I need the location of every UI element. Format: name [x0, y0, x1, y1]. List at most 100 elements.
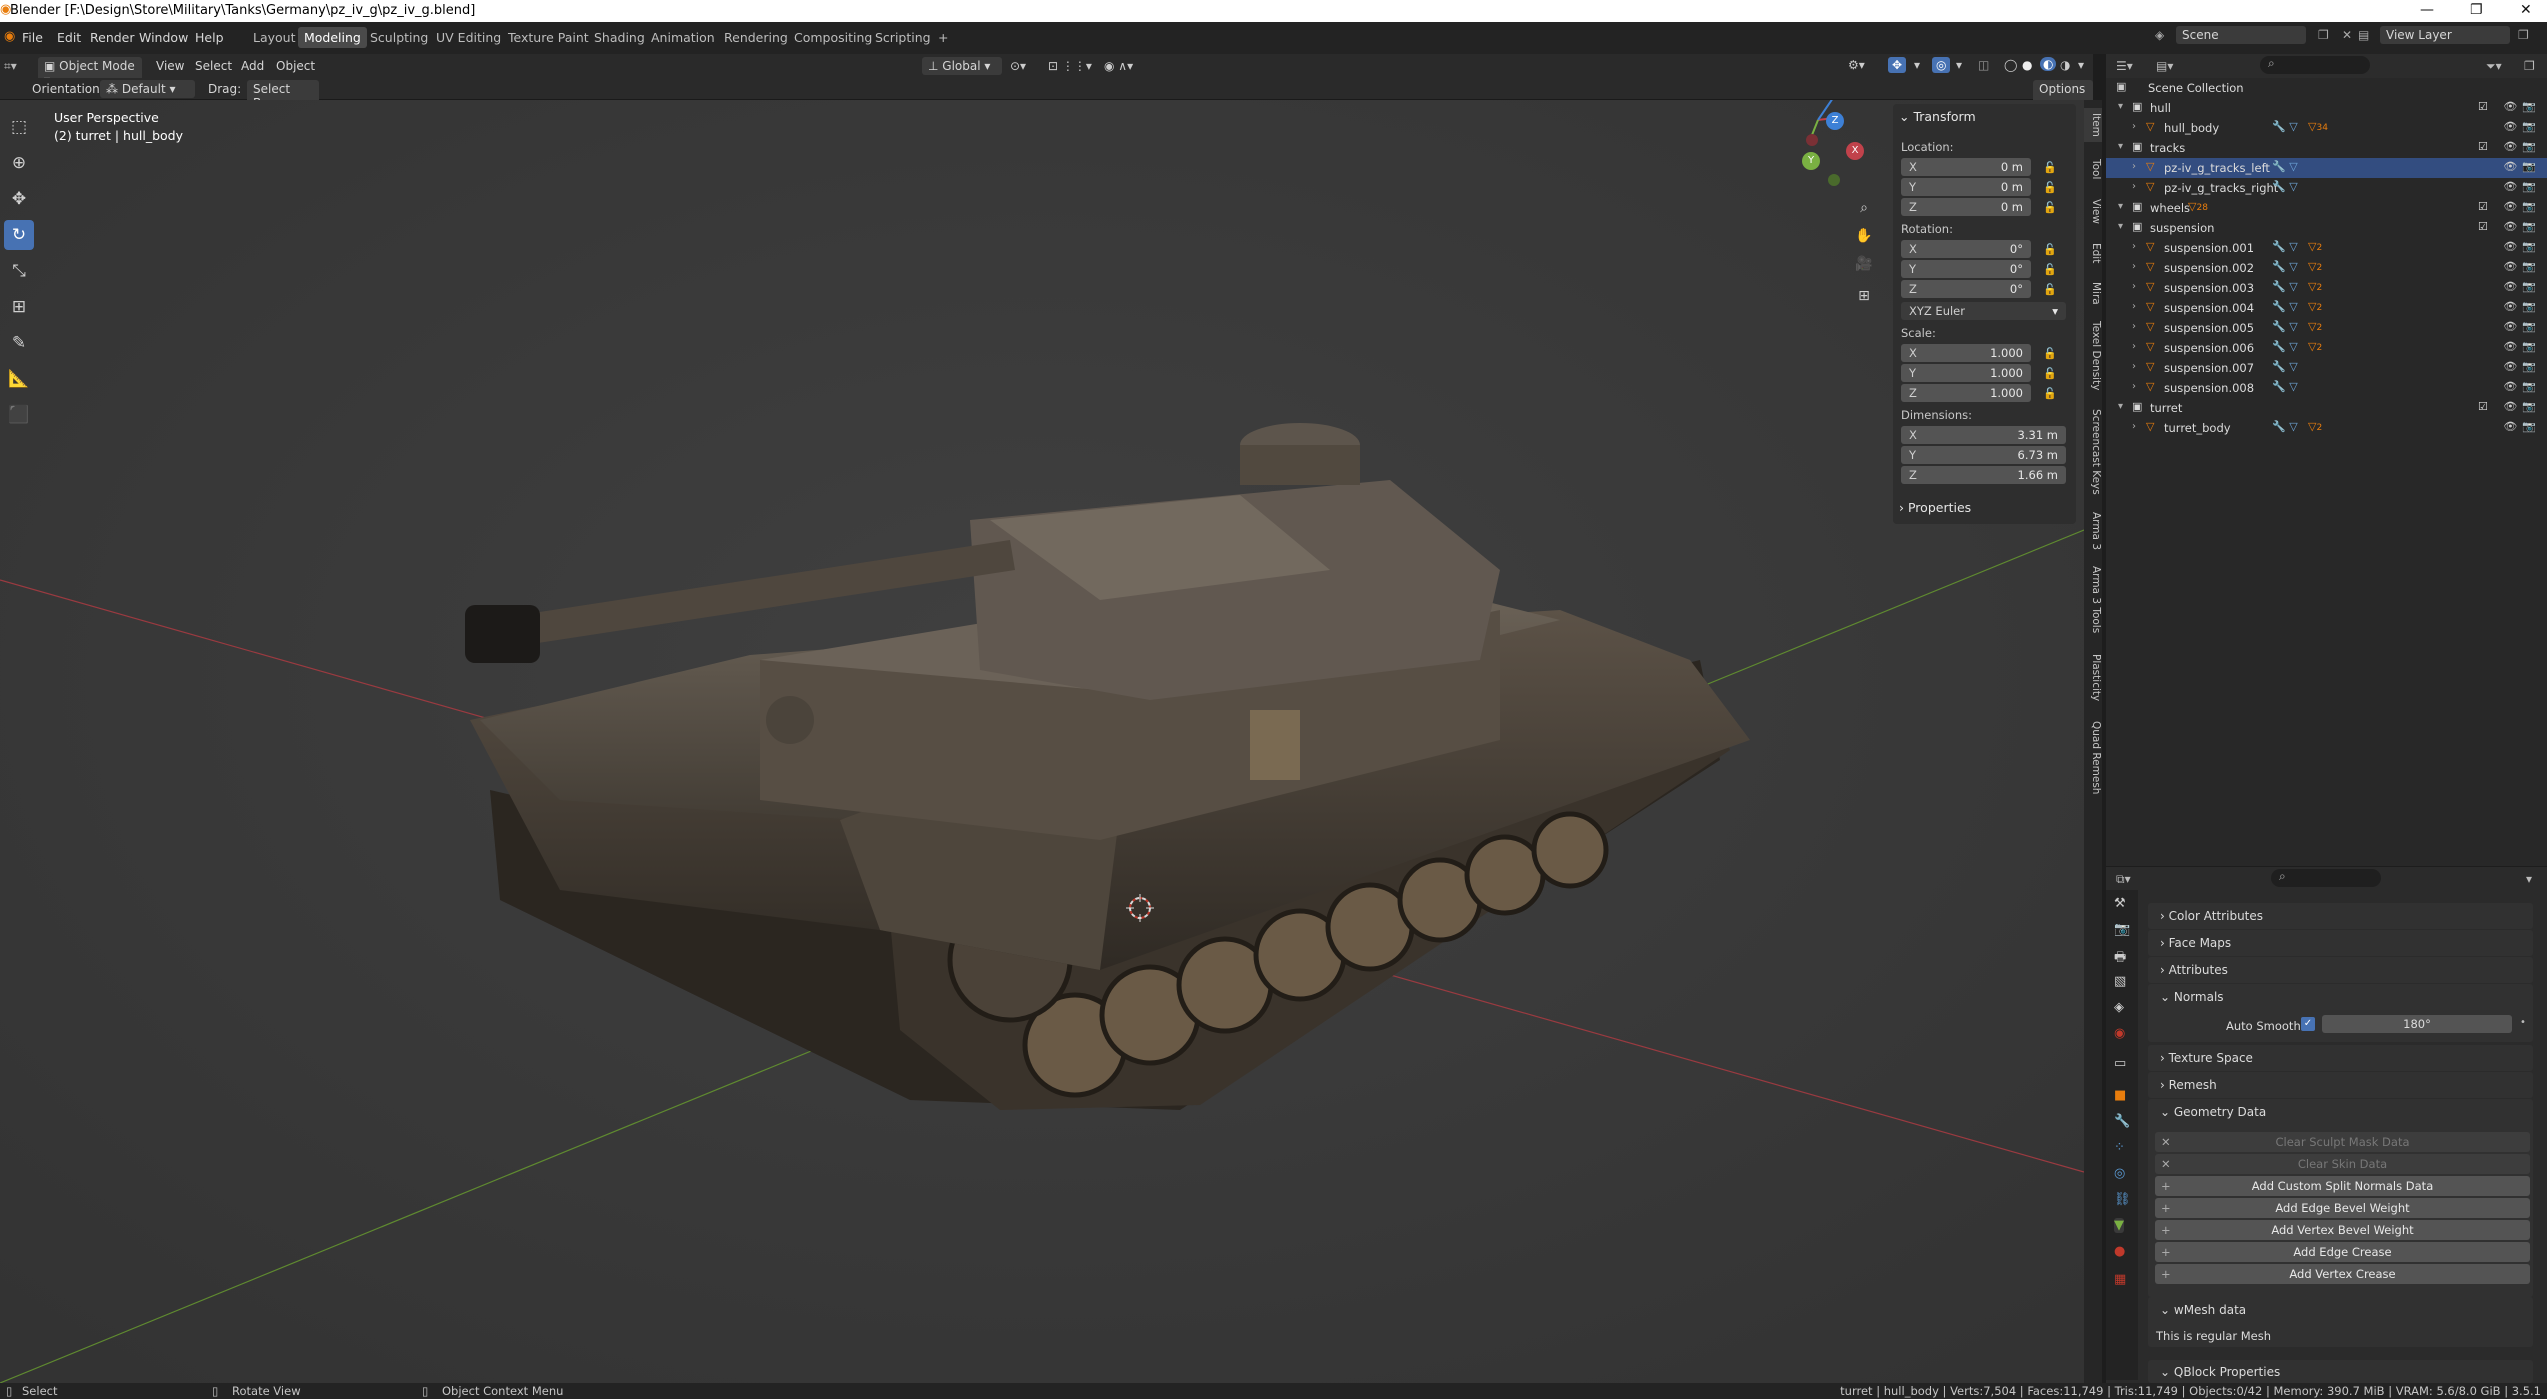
visibility-toggle-icons[interactable]: 👁📷 [2503, 100, 2541, 113]
lock-icon[interactable]: 🔓 [2043, 263, 2057, 276]
modifier-and-mesh-icons[interactable]: 🔧 ▽ [2272, 280, 2298, 293]
tab-plasticity[interactable]: Plasticity [2084, 648, 2102, 708]
rotation-mode-selector[interactable]: XYZ Euler▾ [1901, 302, 2066, 320]
visibility-toggle-icons[interactable]: 👁📷 [2503, 340, 2541, 353]
modifier-and-mesh-icons[interactable]: 🔧 ▽ [2272, 340, 2298, 353]
outliner-collection-row[interactable]: ▾▣tracks☑👁📷 [2106, 138, 2547, 158]
texture-tab-icon[interactable]: ▦ [2114, 1272, 2126, 1287]
lock-icon[interactable]: 🔓 [2043, 161, 2057, 174]
geometry-button[interactable]: +Add Vertex Crease [2155, 1264, 2530, 1284]
expand-arrow-icon[interactable]: › [2132, 301, 2136, 312]
material-preview-icon[interactable]: ◐ [2040, 57, 2056, 71]
modifier-tab-icon[interactable]: 🔧 [2114, 1114, 2130, 1129]
transform-header[interactable]: ⌄ Transform [1899, 109, 1976, 124]
geometry-button[interactable]: +Add Edge Bevel Weight [2155, 1198, 2530, 1218]
exclude-checkbox[interactable]: ☑ [2478, 220, 2488, 233]
proportional-edit-icon[interactable]: ◉ ∧▾ [1104, 59, 1133, 73]
maximize-button[interactable]: ❐ [2470, 2, 2483, 18]
menu-window[interactable]: Window [139, 30, 188, 45]
modifier-and-mesh-icons[interactable]: 🔧 ▽ [2272, 120, 2298, 133]
mesh-data-tab-icon[interactable]: ▼ [2114, 1218, 2124, 1233]
output-tab-icon[interactable]: 🖶 [2114, 948, 2126, 970]
menu-file[interactable]: File [22, 30, 43, 45]
tab-sculpting[interactable]: Sculpting [364, 27, 434, 48]
section-attributes[interactable]: › Attributes [2148, 957, 2533, 983]
material-tab-icon[interactable]: ● [2114, 1244, 2125, 1259]
camera-view-icon[interactable]: 🎥 [1852, 252, 1876, 276]
visibility-toggle-icons[interactable]: 👁📷 [2503, 240, 2541, 253]
exclude-checkbox[interactable]: ☑ [2478, 140, 2488, 153]
menu-view[interactable]: View [156, 59, 184, 73]
outliner-object-row[interactable]: ›▽suspension.008🔧 ▽👁📷 [2106, 378, 2547, 398]
delete-scene-icon[interactable]: ✕ [2342, 28, 2352, 42]
measure-tool-icon[interactable]: 📐 [4, 364, 34, 394]
properties-search-input[interactable]: ⌕ [2271, 869, 2381, 887]
solid-shading-icon[interactable]: ● [2022, 58, 2032, 72]
outliner-object-row[interactable]: ›▽suspension.001🔧 ▽▽2👁📷 [2106, 238, 2547, 258]
tab-quad-remesh[interactable]: Quad Remesh [2084, 716, 2102, 800]
zoom-icon[interactable]: ⌕ [1852, 196, 1876, 220]
minimize-button[interactable]: — [2420, 2, 2434, 18]
menu-edit[interactable]: Edit [57, 30, 81, 45]
expand-arrow-icon[interactable]: › [2132, 341, 2136, 352]
tab-texture-paint[interactable]: Texture Paint [502, 27, 595, 48]
visibility-toggle-icons[interactable]: 👁📷 [2503, 420, 2541, 433]
scale-tool-icon[interactable]: ⤡ [4, 256, 34, 286]
geometry-button[interactable]: +Add Edge Crease [2155, 1242, 2530, 1262]
outliner-collection-row[interactable]: ▾▣hull☑👁📷 [2106, 98, 2547, 118]
section-face-maps[interactable]: › Face Maps [2148, 930, 2533, 956]
expand-arrow-icon[interactable]: ▾ [2118, 141, 2123, 152]
tab-layout[interactable]: Layout [247, 27, 302, 48]
orientation-selector[interactable]: ⁂ Default ▾ [100, 80, 195, 98]
tab-modeling[interactable]: Modeling [298, 27, 367, 48]
ortho-grid-icon[interactable]: ⊞ [1852, 284, 1876, 308]
expand-arrow-icon[interactable]: › [2132, 321, 2136, 332]
world-tab-icon[interactable]: ◉ [2114, 1026, 2125, 1041]
overlays-dropdown-icon[interactable]: ▾ [1956, 58, 1962, 72]
scale-y-field[interactable]: Y1.000 [1901, 364, 2031, 382]
expand-arrow-icon[interactable]: › [2132, 281, 2136, 292]
outliner-object-row[interactable]: ›▽suspension.002🔧 ▽▽2👁📷 [2106, 258, 2547, 278]
new-collection-icon[interactable]: ❐ [2524, 59, 2535, 73]
lock-icon[interactable]: 🔓 [2043, 367, 2057, 380]
tab-view[interactable]: View [2084, 194, 2102, 228]
transform-orientation-selector[interactable]: ⊥ Global ▾ [922, 57, 1002, 75]
object-tab-icon[interactable]: ■ [2114, 1088, 2126, 1103]
outliner-object-row[interactable]: ›▽turret_body🔧 ▽▽2👁📷 [2106, 418, 2547, 438]
exclude-checkbox[interactable]: ☑ [2478, 400, 2488, 413]
menu-object[interactable]: Object [276, 59, 315, 73]
collection-tab-icon[interactable]: ▭ [2114, 1056, 2126, 1071]
snap-icon[interactable]: ⊡ ⋮⋮▾ [1048, 59, 1092, 73]
visibility-toggle-icons[interactable]: 👁📷 [2503, 320, 2541, 333]
visibility-toggle-icons[interactable]: 👁📷 [2503, 140, 2541, 153]
gizmo-z-axis[interactable]: Z [1826, 112, 1844, 130]
add-workspace-button[interactable]: + [932, 27, 954, 48]
outliner-collection-row[interactable]: ▾▣wheels▽28☑👁📷 [2106, 198, 2547, 218]
render-tab-icon[interactable]: 📷 [2114, 922, 2130, 937]
tab-rendering[interactable]: Rendering [718, 27, 794, 48]
lock-icon[interactable]: 🔓 [2043, 347, 2057, 360]
section-color-attributes[interactable]: › Color Attributes [2148, 903, 2533, 929]
visibility-toggle-icons[interactable]: 👁📷 [2503, 180, 2541, 193]
tab-uv-editing[interactable]: UV Editing [430, 27, 507, 48]
annotate-tool-icon[interactable]: ✎ [4, 328, 34, 358]
scale-x-field[interactable]: X1.000 [1901, 344, 2031, 362]
display-mode-icon[interactable]: ▤▾ [2156, 59, 2173, 73]
editor-type-icon[interactable]: ⌗▾ [4, 59, 17, 74]
tab-screencast-keys[interactable]: Screencast Keys [2084, 402, 2102, 502]
show-gizmo-icon[interactable]: ✥ [1888, 57, 1906, 73]
modifier-and-mesh-icons[interactable]: 🔧 ▽ [2272, 420, 2298, 433]
rotation-z-field[interactable]: Z0° [1901, 280, 2031, 298]
shading-dropdown-icon[interactable]: ▾ [2078, 58, 2084, 72]
expand-arrow-icon[interactable]: › [2132, 241, 2136, 252]
view-layer-selector[interactable]: View Layer [2380, 26, 2510, 44]
modifier-and-mesh-icons[interactable]: 🔧 ▽ [2272, 260, 2298, 273]
outliner-object-row[interactable]: ›▽suspension.007🔧 ▽👁📷 [2106, 358, 2547, 378]
dimensions-z-field[interactable]: Z1.66 m [1901, 466, 2066, 484]
constraints-tab-icon[interactable]: ⛓ [2114, 1192, 2131, 1207]
modifier-and-mesh-icons[interactable]: 🔧 ▽ [2272, 180, 2298, 193]
pivot-point-icon[interactable]: ⊙▾ [1010, 59, 1026, 73]
3d-viewport[interactable]: Z X Y User Perspective (2) turret | hull… [0, 100, 2084, 1383]
outliner-object-row[interactable]: ›▽suspension.005🔧 ▽▽2👁📷 [2106, 318, 2547, 338]
expand-arrow-icon[interactable]: › [2132, 121, 2136, 132]
